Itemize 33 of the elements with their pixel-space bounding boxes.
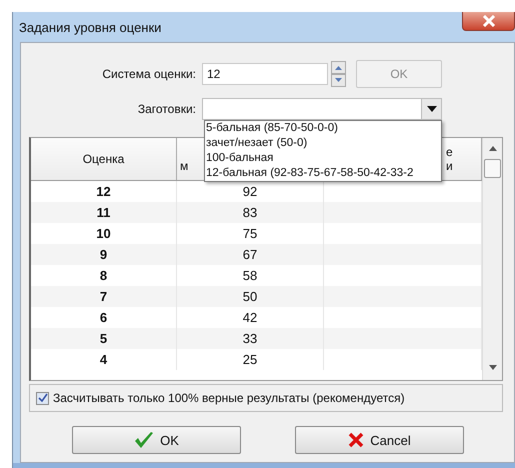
table-cell: 5 [31,328,177,349]
checkmark-icon [134,431,154,449]
scroll-down-icon [488,365,496,370]
ok-button[interactable]: OK [72,426,241,454]
cancel-button[interactable]: Cancel [295,426,464,454]
table-cell: 11 [31,202,177,223]
field-label: Система оценки: [101,67,197,81]
column-header: Оценка [31,138,177,180]
dropdown-option[interactable]: 5-бальная (85-70-50-0-0) [205,121,441,136]
window-title: Задания уровня оценки [19,20,162,35]
presets-dropdown[interactable] [202,98,442,120]
table-cell: 33 [177,328,324,349]
table-cell: 4 [31,349,177,370]
table-cell: 50 [177,286,324,307]
dropdown-arrow-icon [426,106,436,112]
close-icon [482,15,496,27]
table-cell: 83 [177,202,324,223]
spinner[interactable] [331,61,346,87]
table-cell: 25 [177,349,324,370]
cross-icon [348,432,364,448]
scrollbar[interactable] [482,138,502,380]
close-button[interactable] [462,12,515,31]
spinner-arrows-icon [331,61,346,87]
checkbox[interactable] [36,392,49,404]
scroll-up-icon [488,146,496,151]
field-label: Заготовки: [136,102,197,116]
table-cell: 9 [31,244,177,265]
check-icon [38,393,48,403]
table-cell: 67 [177,244,324,265]
table-cell: 7 [31,286,177,307]
grading-system-field[interactable]: 12 [202,63,328,85]
scroll-thumb[interactable] [484,159,501,178]
checkbox-label: Засчитывать только 100% верные результаты (рекомендуется) [53,391,405,405]
